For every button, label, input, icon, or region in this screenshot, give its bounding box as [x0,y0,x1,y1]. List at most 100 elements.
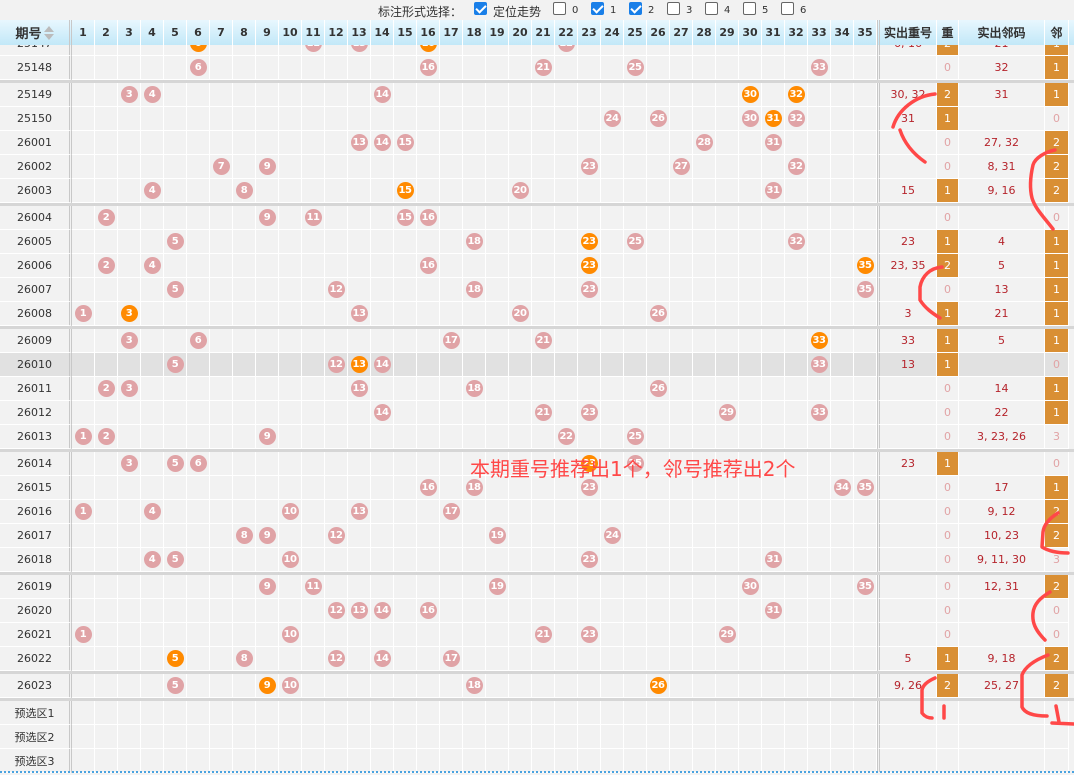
preselect-cell[interactable] [417,749,440,773]
preselect-cell[interactable] [831,749,854,773]
preselect-cell[interactable] [555,725,578,749]
preselect-cell[interactable] [440,749,463,773]
preselect-cell[interactable] [187,701,210,725]
preselect-cell[interactable] [233,725,256,749]
preselect-cell[interactable] [509,749,532,773]
table-row[interactable]: 26011 2 3 13 18 26 0 14 1 [0,377,1074,401]
sort-icon[interactable] [43,25,54,40]
preselect-cell[interactable] [624,701,647,725]
table-row[interactable]: 26007 5 12 18 23 35 0 13 1 [0,278,1074,302]
checkbox-option-0[interactable] [474,2,487,15]
preselect-cell[interactable] [670,749,693,773]
table-row[interactable]: 26006 2 4 16 23 35 23, 35 2 5 1 [0,254,1074,278]
preselect-cell[interactable] [624,749,647,773]
preselect-cell[interactable] [279,725,302,749]
preselect-cell[interactable] [118,701,141,725]
checkbox-option-4[interactable] [667,2,680,15]
table-row[interactable]: 26013 1 2 9 22 25 0 3, 23, 26 3 [0,425,1074,449]
preselect-cell[interactable] [187,749,210,773]
preselect-cell[interactable] [394,701,417,725]
checkbox-option-6[interactable] [743,2,756,15]
table-row[interactable]: 26002 7 9 23 27 32 0 8, 31 2 [0,155,1074,179]
checkbox-option-1[interactable] [553,2,566,15]
table-row[interactable]: 26020 12 13 14 16 31 0 0 [0,599,1074,623]
table-row[interactable]: 26019 9 11 19 30 35 0 12, 31 2 [0,575,1074,599]
preselect-cell[interactable] [716,725,739,749]
preselect-cell[interactable] [118,725,141,749]
table-row[interactable]: 26018 4 5 10 23 31 0 9, 11, 30 3 [0,548,1074,572]
preselect-cell[interactable] [716,749,739,773]
preselect-cell[interactable] [233,701,256,725]
preselect-cell[interactable] [141,725,164,749]
preselect-cell[interactable] [693,701,716,725]
table-row[interactable]: 26009 3 6 17 21 33 33 1 5 1 [0,329,1074,353]
preselect-cell[interactable] [739,725,762,749]
preselect-cell[interactable] [624,725,647,749]
table-row[interactable]: 26010 5 12 13 14 33 13 1 0 [0,353,1074,377]
preselect-cell[interactable] [302,725,325,749]
preselect-cell[interactable] [187,725,210,749]
preselect-cell[interactable] [509,701,532,725]
checkbox-option-3[interactable] [629,2,642,15]
preselect-cell[interactable] [210,749,233,773]
checkbox-option-2[interactable] [591,2,604,15]
preselect-cell[interactable] [256,749,279,773]
preselect-cell[interactable] [95,701,118,725]
preselect-cell[interactable] [854,701,877,725]
table-row[interactable]: 26008 1 3 13 20 26 3 1 21 1 [0,302,1074,326]
preselect-cell[interactable] [348,701,371,725]
preselect-cell[interactable] [808,725,831,749]
preselect-cell[interactable] [325,749,348,773]
preselect-cell[interactable] [693,749,716,773]
preselect-cell[interactable] [417,725,440,749]
table-row[interactable]: 26022 5 8 12 14 17 5 1 9, 18 2 [0,647,1074,671]
preselect-cell[interactable] [463,725,486,749]
preselect-cell[interactable] [555,749,578,773]
preselect-cell[interactable] [647,725,670,749]
preselect-cell[interactable] [279,749,302,773]
table-row[interactable]: 26017 8 9 12 19 24 0 10, 23 2 [0,524,1074,548]
preselect-cell[interactable] [394,725,417,749]
preselect-cell[interactable] [72,725,95,749]
preselect-cell[interactable] [302,749,325,773]
checkbox-option-7[interactable] [781,2,794,15]
preselect-cell[interactable] [118,749,141,773]
preselect-cell[interactable] [532,701,555,725]
preselect-row[interactable]: 预选区3 [0,749,1074,773]
table-row[interactable]: 26003 4 8 15 20 31 15 1 9, 16 2 [0,179,1074,203]
preselect-cell[interactable] [325,701,348,725]
preselect-cell[interactable] [210,725,233,749]
preselect-cell[interactable] [578,701,601,725]
preselect-cell[interactable] [486,701,509,725]
preselect-cell[interactable] [532,749,555,773]
table-row[interactable]: 25149 3 4 14 30 32 30, 32 2 31 1 [0,83,1074,107]
preselect-cell[interactable] [601,725,624,749]
preselect-row[interactable]: 预选区2 [0,725,1074,749]
preselect-cell[interactable] [72,701,95,725]
preselect-cell[interactable] [371,701,394,725]
preselect-cell[interactable] [555,701,578,725]
preselect-cell[interactable] [762,725,785,749]
preselect-cell[interactable] [601,749,624,773]
preselect-cell[interactable] [279,701,302,725]
table-row[interactable]: 26023 5 9 10 18 26 9, 26 2 25, 27 2 [0,674,1074,698]
table-row[interactable]: 26021 1 10 21 23 29 0 0 [0,623,1074,647]
preselect-cell[interactable] [256,725,279,749]
table-row[interactable]: 26016 1 4 10 13 17 0 9, 12 2 [0,500,1074,524]
preselect-cell[interactable] [95,749,118,773]
table-row[interactable]: 26001 13 14 15 28 31 0 27, 32 2 [0,131,1074,155]
preselect-cell[interactable] [808,701,831,725]
preselect-cell[interactable] [348,725,371,749]
preselect-cell[interactable] [739,701,762,725]
preselect-cell[interactable] [670,725,693,749]
preselect-cell[interactable] [486,725,509,749]
preselect-cell[interactable] [693,725,716,749]
preselect-cell[interactable] [348,749,371,773]
preselect-cell[interactable] [739,749,762,773]
preselect-cell[interactable] [463,701,486,725]
preselect-cell[interactable] [831,725,854,749]
preselect-cell[interactable] [785,701,808,725]
preselect-cell[interactable] [808,749,831,773]
preselect-cell[interactable] [486,749,509,773]
preselect-cell[interactable] [762,749,785,773]
